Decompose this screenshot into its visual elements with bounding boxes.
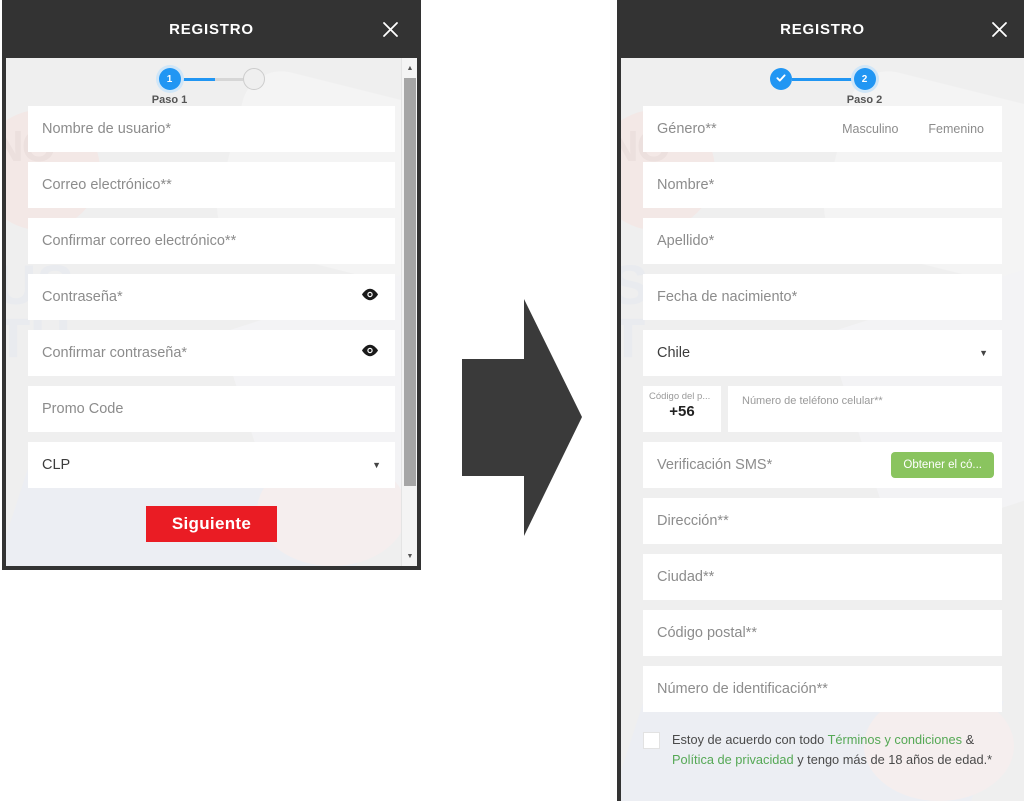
country-code-select[interactable]: Código del p... +56 bbox=[643, 386, 721, 432]
field-postal-code-placeholder: Código postal** bbox=[657, 625, 757, 641]
step-2-number: 2 bbox=[861, 73, 868, 85]
step-2-label: Paso 2 bbox=[846, 94, 883, 106]
field-last-name[interactable]: Apellido* bbox=[643, 218, 1002, 264]
chevron-down-icon: ▼ bbox=[979, 348, 988, 358]
field-confirm-email[interactable]: Confirmar correo electrónico** bbox=[28, 218, 395, 264]
right-arrow bbox=[462, 299, 582, 536]
field-birth-date-placeholder: Fecha de nacimiento* bbox=[657, 289, 798, 305]
field-first-name[interactable]: Nombre* bbox=[643, 162, 1002, 208]
field-mobile-number-placeholder: Número de teléfono celular** bbox=[742, 395, 883, 407]
field-confirm-password[interactable]: Confirmar contraseña* bbox=[28, 330, 395, 376]
field-email-placeholder: Correo electrónico** bbox=[42, 177, 172, 193]
field-confirm-password-placeholder: Confirmar contraseña* bbox=[42, 345, 188, 361]
field-first-name-placeholder: Nombre* bbox=[657, 177, 715, 193]
field-city-placeholder: Ciudad** bbox=[657, 569, 715, 585]
field-gender-placeholder: Género** bbox=[657, 121, 717, 137]
gender-options: Masculino Femenino bbox=[842, 122, 988, 136]
field-address[interactable]: Dirección** bbox=[643, 498, 1002, 544]
caret-down-icon[interactable]: ▼ bbox=[402, 548, 417, 564]
country-select[interactable]: Chile ▼ bbox=[643, 330, 1002, 376]
stepper-left: 1 Paso 1 bbox=[6, 58, 417, 106]
phone-row: Código del p... +56 Número de teléfono c… bbox=[643, 386, 1002, 432]
registration-modal-step1: REGISTRO NO USTU 1 bbox=[2, 0, 421, 570]
currency-select-value: CLP bbox=[42, 457, 71, 473]
modal-body-right: NO ST 2 Paso 2 bbox=[621, 58, 1024, 801]
field-address-placeholder: Dirección** bbox=[657, 513, 729, 529]
field-sms-verification[interactable]: Verificación SMS* Obtener el có... bbox=[643, 442, 1002, 488]
field-id-number-placeholder: Número de identificación** bbox=[657, 681, 828, 697]
terms-text: Estoy de acuerdo con todo Términos y con… bbox=[672, 730, 1002, 770]
country-code-value: +56 bbox=[669, 403, 695, 420]
gender-option-male[interactable]: Masculino bbox=[842, 122, 898, 136]
modal-header-left: REGISTRO bbox=[6, 0, 417, 58]
field-postal-code[interactable]: Código postal** bbox=[643, 610, 1002, 656]
check-icon bbox=[775, 72, 787, 87]
field-sms-verification-placeholder: Verificación SMS* bbox=[657, 457, 773, 473]
field-password-placeholder: Contraseña* bbox=[42, 289, 123, 305]
country-code-label: Código del p... bbox=[649, 391, 711, 402]
caret-up-icon[interactable]: ▲ bbox=[402, 60, 417, 76]
modal-title-left: REGISTRO bbox=[169, 20, 254, 38]
field-username-placeholder: Nombre de usuario* bbox=[42, 121, 171, 137]
terms-text-part1: Estoy de acuerdo con todo bbox=[672, 732, 828, 747]
terms-text-part3: y tengo más de 18 años de edad.* bbox=[793, 751, 993, 767]
registration-modal-step2: REGISTRO NO ST bbox=[617, 0, 1024, 801]
eye-icon[interactable] bbox=[361, 288, 379, 306]
next-button[interactable]: Siguiente bbox=[145, 506, 278, 542]
screenshot-stage: REGISTRO NO USTU 1 bbox=[0, 0, 1024, 801]
field-last-name-placeholder: Apellido* bbox=[657, 233, 715, 249]
scrollbar-thumb[interactable] bbox=[404, 78, 416, 486]
submit-row-left: Siguiente bbox=[28, 498, 395, 560]
field-email[interactable]: Correo electrónico** bbox=[28, 162, 395, 208]
field-promo-code[interactable]: Promo Code bbox=[28, 386, 395, 432]
field-confirm-email-placeholder: Confirmar correo electrónico** bbox=[42, 233, 237, 249]
step-connector bbox=[791, 77, 854, 81]
privacy-policy-link[interactable]: Política de privacidad bbox=[672, 752, 794, 767]
country-select-value: Chile bbox=[657, 345, 691, 361]
gender-option-female[interactable]: Femenino bbox=[928, 122, 984, 136]
close-icon[interactable] bbox=[984, 14, 1014, 44]
fields-right: Género** Masculino Femenino Nombre* Apel… bbox=[621, 106, 1024, 712]
field-username[interactable]: Nombre de usuario* bbox=[28, 106, 395, 152]
field-promo-code-placeholder: Promo Code bbox=[42, 401, 124, 417]
eye-icon[interactable] bbox=[361, 344, 379, 362]
terms-text-part2: & bbox=[962, 732, 975, 747]
field-password[interactable]: Contraseña* bbox=[28, 274, 395, 320]
step-2-node[interactable]: 2 Paso 2 bbox=[847, 68, 882, 106]
field-mobile-number[interactable]: Número de teléfono celular** bbox=[728, 386, 1002, 432]
terms-and-conditions-link[interactable]: Términos y condiciones bbox=[828, 732, 962, 747]
vertical-scrollbar[interactable]: ▲ ▼ bbox=[401, 58, 417, 566]
step-connector bbox=[180, 77, 243, 81]
field-id-number[interactable]: Número de identificación** bbox=[643, 666, 1002, 712]
field-gender[interactable]: Género** Masculino Femenino bbox=[643, 106, 1002, 152]
form-scroll-right: 2 Paso 2 Género** Masculino Femenino Nom… bbox=[621, 58, 1024, 770]
close-icon[interactable] bbox=[375, 14, 405, 44]
terms-row: Estoy de acuerdo con todo Términos y con… bbox=[621, 722, 1024, 770]
step-2-node[interactable] bbox=[242, 68, 265, 90]
field-city[interactable]: Ciudad** bbox=[643, 554, 1002, 600]
form-scroll-left: 1 Paso 1 Nombre de usuario* Correo elect… bbox=[6, 58, 417, 560]
terms-checkbox[interactable] bbox=[643, 732, 660, 749]
field-birth-date[interactable]: Fecha de nacimiento* bbox=[643, 274, 1002, 320]
fields-left: Nombre de usuario* Correo electrónico** … bbox=[6, 106, 417, 560]
modal-title-right: REGISTRO bbox=[780, 20, 865, 38]
modal-header-right: REGISTRO bbox=[621, 0, 1024, 58]
chevron-down-icon: ▼ bbox=[372, 460, 381, 470]
step-1-node[interactable]: 1 Paso 1 bbox=[152, 68, 187, 106]
get-code-button[interactable]: Obtener el có... bbox=[891, 452, 994, 478]
stepper-right: 2 Paso 2 bbox=[621, 58, 1024, 106]
step-1-number: 1 bbox=[166, 73, 173, 85]
currency-select[interactable]: CLP ▼ bbox=[28, 442, 395, 488]
step-1-node[interactable] bbox=[769, 68, 792, 90]
step-1-label: Paso 1 bbox=[151, 94, 188, 106]
modal-body-left: NO USTU 1 Paso 1 bbox=[6, 58, 417, 566]
